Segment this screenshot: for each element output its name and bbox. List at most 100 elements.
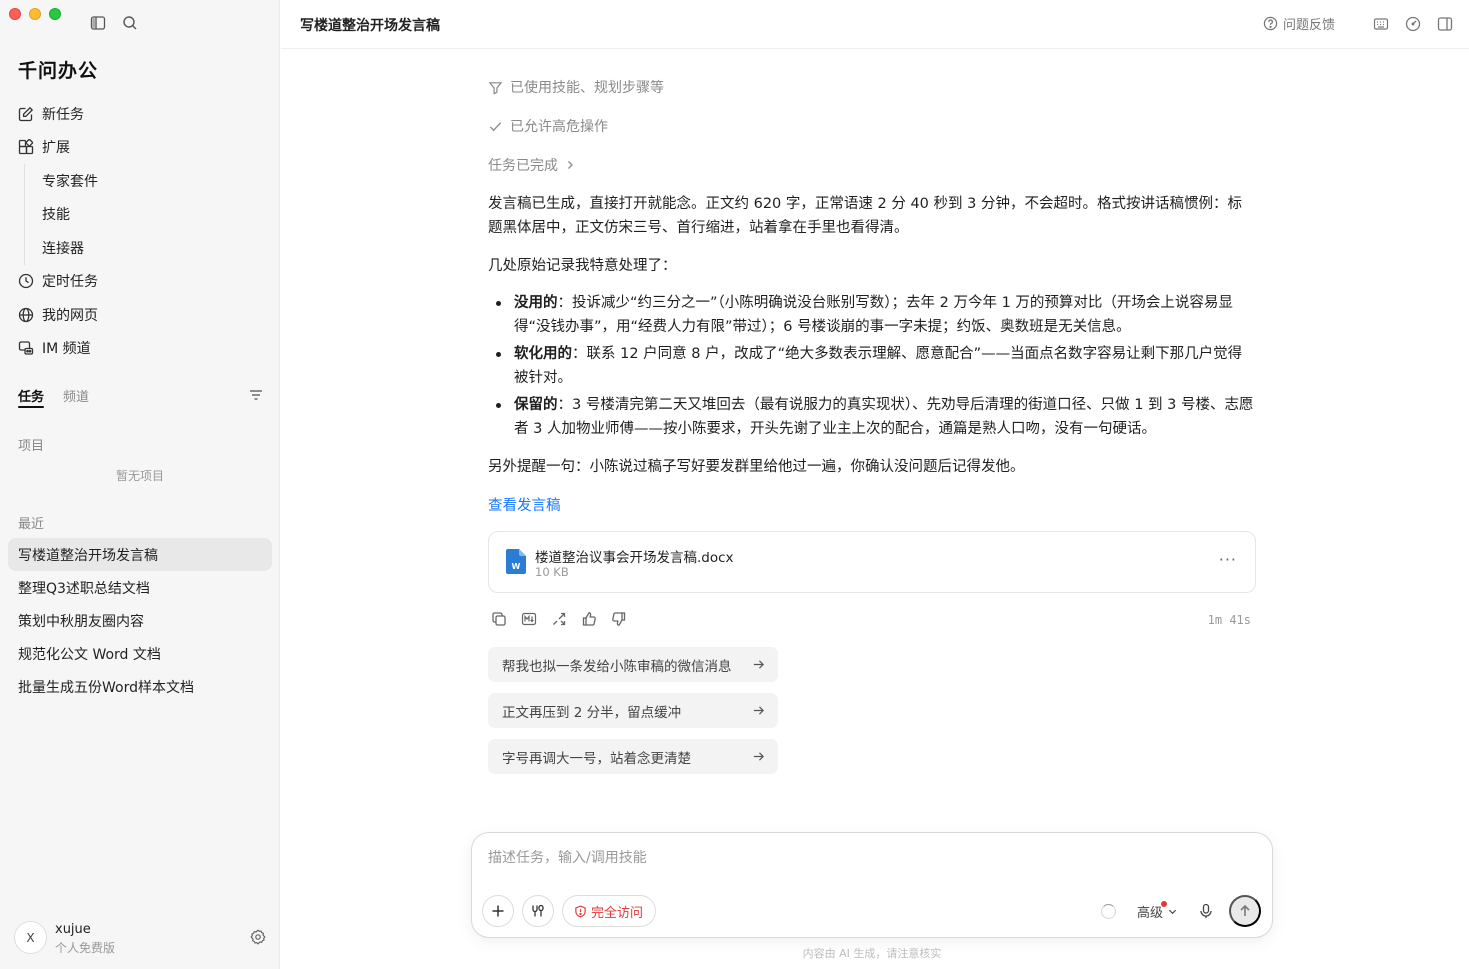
status-skills-used[interactable]: 已使用技能、规划步骤等 <box>488 77 664 97</box>
minimize-window-button[interactable] <box>29 8 41 20</box>
clock-icon <box>18 273 34 289</box>
send-button[interactable] <box>1229 895 1261 927</box>
suggestion-label: 正文再压到 2 分半，留点缓冲 <box>502 704 682 721</box>
sidebar-item-im-channel[interactable]: IM 频道 <box>0 332 280 366</box>
funnel-icon <box>488 81 503 95</box>
status-allowed-label: 已允许高危操作 <box>510 119 608 135</box>
mode-select[interactable]: 高级 <box>1137 901 1178 921</box>
recent-item[interactable]: 规范化公文 Word 文档 <box>8 637 272 670</box>
sidebar: 千问办公 新任务 扩展 专家套件 技能 连接器 定时任务 我的网页 IM 频道 … <box>0 0 280 969</box>
globe-icon <box>18 307 34 323</box>
file-size: 10 KB <box>535 565 569 579</box>
top-bar: 写楼道整治开场发言稿 问题反馈 <box>281 0 1469 49</box>
skills-tools-button[interactable] <box>522 895 554 927</box>
file-attachment-card[interactable]: W 楼道整治议事会开场发言稿.docx 10 KB ··· <box>488 531 1256 593</box>
recent-item[interactable]: 写楼道整治开场发言稿 <box>8 538 272 571</box>
user-name: xujue <box>55 922 91 937</box>
file-type-letter: W <box>512 562 521 571</box>
tab-channels[interactable]: 频道 <box>63 386 89 405</box>
loading-spinner-icon <box>1101 904 1116 919</box>
avatar[interactable]: X <box>14 921 47 954</box>
search-icon[interactable] <box>122 15 140 33</box>
sidebar-item-label: 我的网页 <box>42 307 98 324</box>
bullet-heading: 没用的 <box>514 295 558 311</box>
tools-icon <box>532 904 544 917</box>
sidebar-item-label: 技能 <box>42 207 70 224</box>
suggestion-chip[interactable]: 帮我也拟一条发给小陈审稿的微信消息 <box>488 647 778 682</box>
recent-item[interactable]: 批量生成五份Word样本文档 <box>8 670 272 703</box>
sidebar-tabs: 任务 频道 <box>18 384 264 408</box>
sidebar-item-connectors[interactable]: 连接器 <box>25 231 280 265</box>
user-plan: 个人免费版 <box>55 941 116 955</box>
add-button[interactable] <box>482 895 514 927</box>
projects-label: 项目 <box>18 439 45 454</box>
close-window-button[interactable] <box>9 8 21 20</box>
sidebar-item-skills[interactable]: 技能 <box>25 198 280 232</box>
sidebar-item-new-task[interactable]: 新任务 <box>0 97 280 131</box>
recent-item[interactable]: 整理Q3述职总结文档 <box>8 571 272 604</box>
composer: 完全访问 高级 <box>471 832 1273 938</box>
list-item: 保留的：3 号楼清完第二天又堆回去（最有说服力的真实现状）、先劝导后清理的街道口… <box>488 393 1256 441</box>
bullet-heading: 保留的 <box>514 397 558 413</box>
toggle-sidebar-icon[interactable] <box>90 15 108 33</box>
message-paragraph: 发言稿已生成，直接打开就能念。正文约 620 字，正常语速 2 分 40 秒到 … <box>488 196 1242 236</box>
notification-dot <box>1161 901 1167 907</box>
view-speech-link[interactable]: 查看发言稿 <box>488 494 561 515</box>
status-allowed-ops: 已允许高危操作 <box>488 116 608 136</box>
suggestion-chip[interactable]: 正文再压到 2 分半，留点缓冲 <box>488 693 778 728</box>
thumbs-up-icon[interactable] <box>581 611 599 629</box>
suggestion-chip[interactable]: 字号再调大一号，站着念更清楚 <box>488 739 778 774</box>
elapsed-time: 1m 41s <box>1207 613 1251 627</box>
task-input[interactable] <box>488 850 1248 866</box>
status-task-done[interactable]: 任务已完成 <box>488 155 576 175</box>
markdown-icon[interactable] <box>521 611 539 629</box>
bullet-heading: 软化用的 <box>514 346 572 362</box>
dashboard-gauge-icon[interactable] <box>1405 16 1421 32</box>
user-profile[interactable]: X xujue 个人免费版 <box>14 921 266 955</box>
sidebar-item-scheduled-tasks[interactable]: 定时任务 <box>0 265 280 299</box>
edit-icon <box>18 106 34 122</box>
thumbs-down-icon[interactable] <box>611 611 629 629</box>
ai-disclaimer: 内容由 AI 生成，请注意核实 <box>802 947 942 960</box>
right-panel-toggle-icon[interactable] <box>1437 16 1453 32</box>
arrow-up-icon <box>1240 904 1250 916</box>
projects-empty: 暂无项目 <box>115 469 164 483</box>
microphone-icon[interactable] <box>1198 903 1214 919</box>
sidebar-item-label: 专家套件 <box>42 173 98 190</box>
arrow-right-icon <box>753 706 764 715</box>
check-icon <box>489 121 502 131</box>
keyboard-icon[interactable] <box>1373 16 1389 32</box>
feedback-button[interactable]: 问题反馈 <box>1263 14 1335 33</box>
more-options-button[interactable]: ··· <box>1219 550 1237 569</box>
zoom-window-button[interactable] <box>49 8 61 20</box>
message-bullet-list: 没用的：投诉减少“约三分之一”（小陈明确说没台账别写数）；去年 2 万今年 1 … <box>488 291 1256 444</box>
mode-label: 高级 <box>1137 906 1164 921</box>
file-name: 楼道整治议事会开场发言稿.docx <box>535 550 734 566</box>
gear-icon[interactable] <box>250 929 266 945</box>
sidebar-item-extensions[interactable]: 扩展 <box>0 131 280 165</box>
header-actions: 问题反馈 <box>1263 14 1453 33</box>
full-access-toggle[interactable]: 完全访问 <box>562 895 657 927</box>
sidebar-item-label: IM 频道 <box>42 341 91 358</box>
status-done-label: 任务已完成 <box>488 158 558 174</box>
status-skills-label: 已使用技能、规划步骤等 <box>510 80 664 96</box>
filter-icon[interactable] <box>248 387 264 403</box>
list-item: 没用的：投诉减少“约三分之一”（小陈明确说没台账别写数）；去年 2 万今年 1 … <box>488 291 1256 339</box>
copy-icon[interactable] <box>491 611 509 629</box>
tab-tasks[interactable]: 任务 <box>18 386 44 405</box>
sidebar-nav: 新任务 扩展 专家套件 技能 连接器 定时任务 我的网页 IM 频道 <box>0 97 280 365</box>
recent-item[interactable]: 策划中秋朋友圈内容 <box>8 604 272 637</box>
message-actions: 1m 41s <box>488 611 1256 631</box>
sidebar-item-label: 扩展 <box>42 140 70 157</box>
im-channel-icon <box>18 340 34 356</box>
sidebar-item-my-webpages[interactable]: 我的网页 <box>0 298 280 332</box>
sidebar-item-label: 新任务 <box>42 106 84 123</box>
arrow-right-icon <box>753 660 764 669</box>
sidebar-item-expert-suite[interactable]: 专家套件 <box>25 164 280 198</box>
chevron-right-icon <box>568 161 573 169</box>
share-icon[interactable] <box>551 611 569 629</box>
suggestion-label: 帮我也拟一条发给小陈审稿的微信消息 <box>502 658 732 675</box>
feedback-label: 问题反馈 <box>1282 18 1335 33</box>
page-title: 写楼道整治开场发言稿 <box>300 18 440 34</box>
list-item: 软化用的：联系 12 户同意 8 户，改成了“绝大多数表示理解、愿意配合”——当… <box>488 342 1256 390</box>
